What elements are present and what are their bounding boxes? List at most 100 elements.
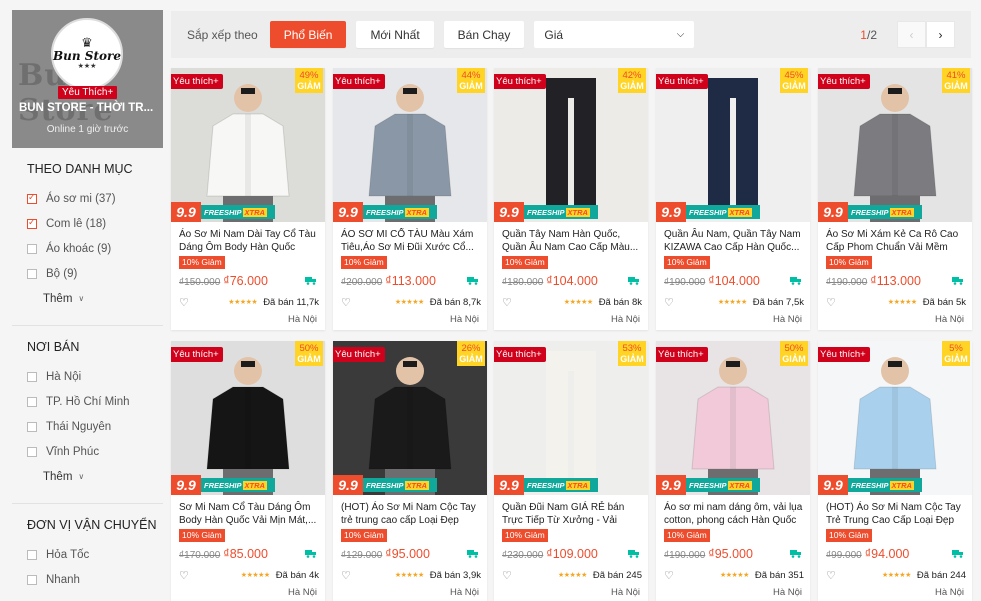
checkbox[interactable] xyxy=(27,421,37,432)
sort-price-select[interactable]: Giá ⌵ xyxy=(534,21,695,48)
sort-newest-button[interactable]: Mới Nhất xyxy=(356,21,434,48)
checkbox[interactable] xyxy=(27,396,37,407)
shop-card[interactable]: Bun Store ♛ Bun Store ★★★ Yêu Thích+ BUN… xyxy=(12,10,163,148)
next-page-button[interactable]: › xyxy=(926,21,955,48)
discount-tag: 10% Giảm xyxy=(502,529,548,542)
preferred-badge: Yêu thích+ xyxy=(333,347,385,362)
product-card[interactable]: Yêu thích+ 44% GIẢM 9.9 FREESHIP XTRA ÁO … xyxy=(333,68,487,330)
price-row: ₫150.000 ₫76.000 xyxy=(179,274,319,288)
product-title[interactable]: ÁO SƠ MI CỔ TÀU Màu Xám Tiêu,Áo Sơ Mi Đũ… xyxy=(341,228,481,254)
sold-count: Đã bán 7,5k xyxy=(752,296,804,308)
sale-price: ₫113.000 xyxy=(385,274,436,288)
product-location: Hà Nội xyxy=(610,587,640,598)
filter-location-item[interactable]: Thái Nguyên xyxy=(27,414,163,439)
checkbox-checked[interactable] xyxy=(27,217,37,229)
product-card[interactable]: Yêu thích+ 45% GIẢM 9.9 FREESHIP XTRA Quầ… xyxy=(656,68,810,330)
filter-category-item[interactable]: Áo sơ mi (37) xyxy=(27,186,163,211)
rating-stars-icon: ★★★★★ xyxy=(719,572,749,579)
product-card[interactable]: Yêu thích+ 50% GIẢM 9.9 FREESHIP XTRA Áo … xyxy=(656,341,810,601)
xtra-label: XTRA xyxy=(565,480,590,490)
sale-99-badge: 9.9 xyxy=(656,202,686,222)
favorite-heart-icon[interactable]: ♡ xyxy=(664,569,674,582)
product-card[interactable]: Yêu thích+ 49% GIẢM 9.9 FREESHIP XTRA Áo … xyxy=(171,68,325,330)
more-label: Thêm xyxy=(43,292,73,305)
filter-category-item[interactable]: Bộ (9) xyxy=(27,261,163,286)
filter-category-item[interactable]: Áo khoác (9) xyxy=(27,236,163,261)
favorite-heart-icon[interactable]: ♡ xyxy=(341,569,351,582)
discount-badge: 26% GIẢM xyxy=(457,341,485,366)
product-location: Hà Nội xyxy=(934,314,964,325)
freeship-xtra-badge: FREESHIP XTRA xyxy=(363,205,437,219)
favorite-heart-icon[interactable]: ♡ xyxy=(179,569,189,582)
sold-count: Đã bán 4k xyxy=(275,569,319,581)
favorite-heart-icon[interactable]: ♡ xyxy=(826,569,836,582)
more-label: Thêm xyxy=(43,470,73,483)
product-card[interactable]: Yêu thích+ 50% GIẢM 9.9 FREESHIP XTRA Sơ … xyxy=(171,341,325,601)
sale-99-badge: 9.9 xyxy=(494,202,524,222)
product-title[interactable]: Áo Sơ Mi Xám Kẻ Ca Rô Cao Cấp Phom Chuẩn… xyxy=(826,228,966,254)
favorite-heart-icon[interactable]: ♡ xyxy=(826,296,836,309)
discount-percent: 42% xyxy=(622,70,642,81)
shop-logo[interactable]: ♛ Bun Store ★★★ xyxy=(51,18,123,90)
sort-best-selling-button[interactable]: Bán Chạy xyxy=(443,21,525,48)
total-pages: /2 xyxy=(866,27,877,42)
promo-banner: 9.9 FREESHIP XTRA xyxy=(333,202,487,222)
location-more-button[interactable]: Thêm ∨ xyxy=(27,464,163,489)
filter-label: Áo khoác (9) xyxy=(46,242,112,255)
product-title[interactable]: Quần Âu Nam, Quần Tây Nam KIZAWA Cao Cấp… xyxy=(664,228,804,254)
product-card[interactable]: Yêu thích+ 41% GIẢM 9.9 FREESHIP XTRA Áo … xyxy=(818,68,972,330)
checkbox[interactable] xyxy=(27,371,37,382)
delivery-truck-icon xyxy=(628,277,639,285)
product-card[interactable]: Yêu thích+ 26% GIẢM 9.9 FREESHIP XTRA (HO… xyxy=(333,341,487,601)
discount-badge: 44% GIẢM xyxy=(457,68,485,93)
filter-shipping-item[interactable]: Nhanh xyxy=(27,567,163,592)
discount-tag: 10% Giảm xyxy=(341,529,387,542)
favorite-heart-icon[interactable]: ♡ xyxy=(341,296,351,309)
sold-count: Đã bán 8,7k xyxy=(429,296,481,308)
checkbox[interactable] xyxy=(27,446,37,457)
discount-word: GIẢM xyxy=(620,81,644,91)
category-more-button[interactable]: Thêm ∨ xyxy=(27,286,163,311)
filter-location-item[interactable]: Vĩnh Phúc xyxy=(27,439,163,464)
product-title[interactable]: (HOT) Áo Sơ Mi Nam Cộc Tay trẻ trung cao… xyxy=(341,501,481,527)
preferred-badge: Yêu thích+ xyxy=(494,347,546,362)
checkbox-checked[interactable] xyxy=(27,192,37,204)
product-title[interactable]: Áo sơ mi nam dáng ôm, vải lụa cotton, ph… xyxy=(664,501,804,527)
product-card[interactable]: Yêu thích+ 53% GIẢM 9.9 FREESHIP XTRA Quầ… xyxy=(494,341,648,601)
freeship-xtra-badge: FREESHIP XTRA xyxy=(201,205,275,219)
filter-location-item[interactable]: TP. Hồ Chí Minh xyxy=(27,389,163,414)
original-price: ₫170.000 xyxy=(179,550,221,561)
prev-page-button[interactable]: ‹ xyxy=(897,21,926,48)
preferred-badge: Yêu thích+ xyxy=(333,74,385,89)
shop-name[interactable]: BUN STORE - THỜI TR... xyxy=(19,102,153,114)
filter-shipping-item[interactable]: Hỏa Tốc xyxy=(27,542,163,567)
shop-preferred-badge: Yêu Thích+ xyxy=(58,86,118,99)
filter-category-item[interactable]: Com lê (18) xyxy=(27,211,163,236)
price-row: ₫190.000 ₫113.000 xyxy=(826,274,966,288)
favorite-heart-icon[interactable]: ♡ xyxy=(179,296,189,309)
product-title[interactable]: Quần Tây Nam Hàn Quốc, Quần Âu Nam Cao C… xyxy=(502,228,642,254)
discount-percent: 53% xyxy=(622,343,642,354)
xtra-label: XTRA xyxy=(565,207,590,217)
discount-word: GIẢM xyxy=(944,81,968,91)
promo-banner: 9.9 FREESHIP XTRA xyxy=(171,202,325,222)
product-title[interactable]: Quần Đũi Nam GIÁ RẺ bán Trực Tiếp Từ Xưở… xyxy=(502,501,642,527)
product-title[interactable]: (HOT) Áo Sơ Mi Nam Cộc Tay Trẻ Trung Cao… xyxy=(826,501,966,527)
favorite-heart-icon[interactable]: ♡ xyxy=(502,296,512,309)
product-title[interactable]: Áo Sơ Mi Nam Dài Tay Cổ Tàu Dáng Ôm Body… xyxy=(179,228,319,254)
product-card[interactable]: Yêu thích+ 42% GIẢM 9.9 FREESHIP XTRA Quầ… xyxy=(494,68,648,330)
sale-99-badge: 9.9 xyxy=(494,475,524,495)
checkbox[interactable] xyxy=(27,574,37,585)
checkbox[interactable] xyxy=(27,243,37,254)
checkbox[interactable] xyxy=(27,268,37,279)
xtra-label: XTRA xyxy=(404,207,429,217)
favorite-heart-icon[interactable]: ♡ xyxy=(664,296,674,309)
product-title[interactable]: Sơ Mi Nam Cổ Tàu Dáng Ôm Body Hàn Quốc V… xyxy=(179,501,319,527)
promo-banner: 9.9 FREESHIP XTRA xyxy=(171,475,325,495)
discount-badge: 50% GIẢM xyxy=(780,341,808,366)
filter-location-item[interactable]: Hà Nội xyxy=(27,364,163,389)
favorite-heart-icon[interactable]: ♡ xyxy=(502,569,512,582)
product-card[interactable]: Yêu thích+ 5% GIẢM 9.9 FREESHIP XTRA (HOT… xyxy=(818,341,972,601)
sort-popular-button[interactable]: Phổ Biến xyxy=(269,21,347,48)
checkbox[interactable] xyxy=(27,549,37,560)
